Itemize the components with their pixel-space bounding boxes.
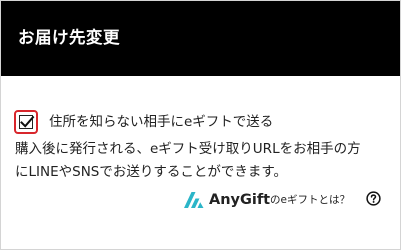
description-line-2: にLINEやSNSでお送りすることができます。 (15, 164, 288, 180)
egift-checkbox[interactable] (14, 110, 38, 134)
checkbox-box (19, 115, 35, 129)
anygift-info-link[interactable]: のeギフトとは？ (270, 193, 350, 208)
egift-description: 購入後に発行される、eギフト受け取りURLをお相手の方 にLINEやSNSでお送… (15, 138, 395, 184)
anygift-brand-name: AnyGift (209, 192, 271, 208)
checkmark-icon (20, 115, 35, 128)
question-circle-icon[interactable] (366, 191, 381, 206)
address-change-panel: お届け先変更 住所を知らない相手にeギフトで送る 購入後に発行される、eギフト受… (0, 0, 401, 250)
panel-title: お届け先変更 (18, 28, 120, 47)
panel-header: お届け先変更 (1, 1, 400, 76)
description-line-1: 購入後に発行される、eギフト受け取りURLをお相手の方 (15, 141, 361, 157)
egift-checkbox-label[interactable]: 住所を知らない相手にeギフトで送る (49, 113, 273, 131)
anygift-logo-icon (184, 192, 204, 208)
